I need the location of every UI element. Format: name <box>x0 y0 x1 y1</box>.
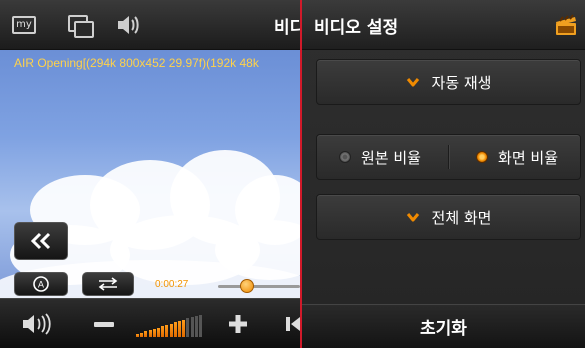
volume-bar-segment <box>157 327 160 337</box>
volume-bar-segment <box>161 326 165 337</box>
checkmark-icon <box>406 78 419 87</box>
window-switch-icon[interactable] <box>65 12 94 38</box>
rewind-button[interactable] <box>14 222 68 260</box>
speaker-hand-icon[interactable] <box>114 12 142 38</box>
stream-info-text: AIR Opening[(294k 800x452 29.97f)(192k 4… <box>14 56 259 70</box>
clapperboard-icon[interactable] <box>554 13 578 37</box>
volume-bar-segment <box>178 321 181 337</box>
autoplay-toggle[interactable]: 자동 재생 <box>316 59 581 105</box>
screen-ratio-option[interactable]: 화면 비율 <box>476 147 558 168</box>
volume-down-button[interactable] <box>88 299 120 348</box>
volume-bar-segment <box>194 315 198 337</box>
aspect-ratio-group: 원본 비율 화면 비율 <box>316 134 581 180</box>
volume-bar-segment <box>152 328 156 337</box>
volume-bar-segment <box>186 318 190 337</box>
double-chevron-left-icon <box>30 232 51 250</box>
minus-icon <box>94 321 114 327</box>
video-player: my 비디 AIR Opening[(294k 800x452 29.97f)(… <box>0 0 300 348</box>
volume-level-bars[interactable] <box>136 313 204 337</box>
volume-bar-segment <box>165 324 169 337</box>
volume-bar-segment <box>190 317 194 337</box>
my-icon[interactable]: my <box>10 12 38 38</box>
volume-bar-segment <box>199 314 202 337</box>
volume-up-button[interactable] <box>222 299 254 348</box>
volume-bar-segment <box>182 319 186 337</box>
reset-button[interactable]: 초기화 <box>302 304 585 348</box>
seek-knob[interactable] <box>239 279 254 293</box>
reset-label: 초기화 <box>420 319 467 339</box>
volume-bar-segment <box>148 330 152 337</box>
player-title: 비디 <box>274 18 300 38</box>
current-time: 0:00:27 <box>155 279 189 290</box>
volume-bar-segment <box>140 332 144 337</box>
radio-on-icon <box>476 151 489 163</box>
settings-header: 비디오 설정 <box>302 0 585 50</box>
plus-icon <box>229 315 247 333</box>
original-ratio-label: 원본 비율 <box>361 148 421 167</box>
settings-title: 비디오 설정 <box>314 18 399 38</box>
player-bottom-toolbar <box>0 298 300 348</box>
volume-bar-segment <box>136 334 139 337</box>
autoplay-label: 자동 재생 <box>431 73 492 92</box>
fullscreen-label: 전체 화면 <box>431 208 492 227</box>
auto-rotate-icon: A <box>33 276 49 292</box>
svg-text:A: A <box>38 281 45 291</box>
volume-bar-segment <box>144 331 148 337</box>
radio-separator <box>448 145 449 169</box>
seek-bar[interactable] <box>218 285 300 288</box>
fullscreen-toggle[interactable]: 전체 화면 <box>316 194 581 240</box>
radio-off-icon <box>339 151 351 163</box>
original-ratio-option[interactable]: 원본 비율 <box>339 147 421 168</box>
swap-arrows-icon <box>98 277 118 291</box>
skip-previous-icon <box>286 317 300 331</box>
volume-bar-segment <box>173 322 177 337</box>
player-top-toolbar: my 비디 <box>0 0 300 50</box>
auto-rotate-button[interactable]: A <box>14 272 68 296</box>
screen-ratio-label: 화면 비율 <box>498 148 558 167</box>
ab-repeat-button[interactable] <box>82 272 134 296</box>
video-settings-panel: 비디오 설정 자동 재생 원본 비율 화면 비율 전체 화면 초기화 <box>302 0 585 348</box>
skip-previous-button[interactable] <box>282 299 300 348</box>
volume-bar-segment <box>169 323 173 337</box>
video-frame[interactable] <box>0 50 300 298</box>
volume-icon[interactable] <box>16 299 56 348</box>
checkmark-icon <box>406 213 419 222</box>
